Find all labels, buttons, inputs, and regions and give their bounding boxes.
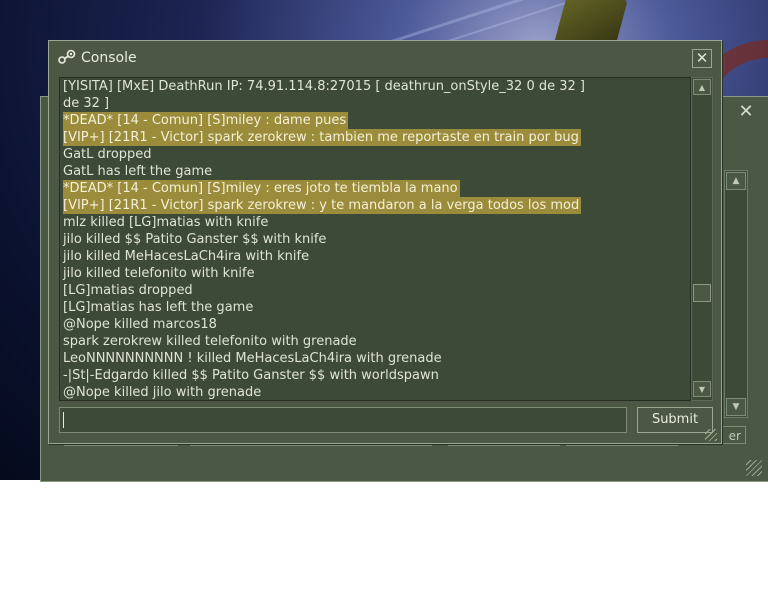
log-line: *DEAD* [14 - Comun] [S]miley : dame pues: [63, 112, 349, 129]
log-line: jilo killed $$ Patito Ganster $$ with kn…: [63, 232, 327, 247]
log-line: mlz killed [LG]matias with knife: [63, 215, 269, 230]
background-window-list[interactable]: [724, 170, 748, 418]
log-line: -|St|-Edgardo killed $$ Patito Ganster $…: [63, 368, 439, 383]
console-window: Console ✕ [YISITA] [MxE] DeathRun IP: 74…: [48, 40, 722, 444]
scroll-down-icon[interactable]: ▼: [693, 381, 711, 397]
background-resize-grip-icon[interactable]: [746, 460, 762, 476]
log-line: [LG]matias has left the game: [63, 300, 254, 315]
scroll-thumb[interactable]: [693, 284, 711, 302]
log-line: [LG]matias dropped: [63, 283, 193, 298]
log-line: jilo killed telefonito with knife: [63, 266, 255, 281]
log-line: de 32 ]: [63, 96, 110, 111]
log-line: jilo killed MeHacesLaCh4ira with knife: [63, 249, 310, 264]
log-scrollbar[interactable]: ▲ ▼: [691, 77, 713, 401]
log-line: [VIP+] [21R1 - Victor] spark zerokrew : …: [63, 197, 582, 214]
log-line: [YISITA] [MxE] DeathRun IP: 74.91.114.8:…: [63, 79, 585, 94]
log-line: GatL dropped: [63, 147, 152, 162]
background-scroll-up-icon[interactable]: ▲: [726, 172, 746, 190]
resize-grip-icon[interactable]: [705, 429, 717, 441]
close-icon[interactable]: ✕: [692, 49, 712, 68]
background-scroll-down-icon[interactable]: ▼: [726, 398, 746, 416]
log-line: [VIP+] [21R1 - Victor] spark zerokrew : …: [63, 129, 581, 146]
submit-button[interactable]: Submit: [637, 407, 713, 433]
command-input[interactable]: [59, 407, 627, 433]
log-line: @Nope killed jilo with grenade: [63, 385, 262, 400]
text-caret: [63, 412, 64, 428]
log-line: *DEAD* [14 - Comun] [S]miley : eres joto…: [63, 180, 460, 197]
log-line: GatL has left the game: [63, 164, 213, 179]
log-line: LeoNNNNNNNNNN ! killed MeHacesLaCh4ira w…: [63, 351, 442, 366]
steam-icon: [58, 49, 76, 64]
background-window-close-icon[interactable]: ✕: [737, 103, 755, 121]
log-line: spark zerokrew killed telefonito with gr…: [63, 334, 357, 349]
console-title-bar[interactable]: Console ✕: [49, 41, 721, 75]
console-title: Console: [81, 50, 137, 66]
console-log[interactable]: [YISITA] [MxE] DeathRun IP: 74.91.114.8:…: [59, 77, 691, 401]
scroll-up-icon[interactable]: ▲: [693, 79, 711, 95]
log-line: @Nope killed marcos18: [63, 317, 217, 332]
